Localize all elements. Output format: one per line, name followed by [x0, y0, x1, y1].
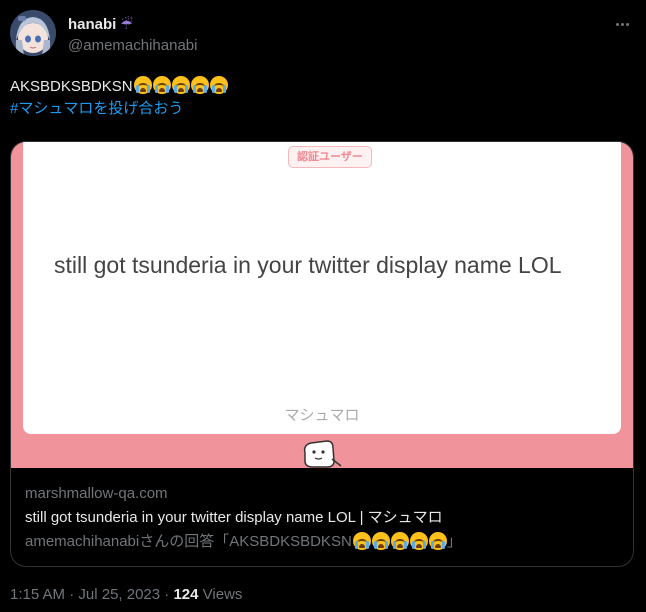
card-description: amemachihanabiさんの回答「AKSBDKSBDKSN 」 — [25, 532, 619, 552]
views-label: Views — [198, 586, 243, 603]
marshmallow-mascot-icon — [303, 440, 342, 468]
user-handle[interactable]: @amemachihanabi — [68, 37, 197, 54]
brand-label: マシュマロ — [284, 407, 360, 424]
avatar[interactable] — [10, 10, 56, 56]
crying-face-icon — [352, 532, 371, 550]
card-image[interactable]: 認証ユーザー still got tsunderia in your twitt… — [11, 142, 633, 468]
crying-face-icon — [171, 76, 190, 94]
marshmallow-message-box: 認証ユーザー still got tsunderia in your twitt… — [23, 142, 621, 434]
crying-face-icon — [409, 532, 428, 550]
hashtag-link[interactable]: #マシュマロを投げ合おう — [10, 98, 228, 120]
card-description-text: amemachihanabiさんの回答「AKSBDKSBDKSN — [25, 533, 352, 550]
link-card[interactable]: 認証ユーザー still got tsunderia in your twitt… — [10, 141, 634, 567]
tweet-meta: 1:15 AM · Jul 25, 2023 · 124 Views — [10, 586, 242, 603]
card-description-end: 」 — [446, 533, 462, 550]
tweet-body: AKSBDKSBDKSN — [10, 78, 133, 95]
verified-user-badge: 認証ユーザー — [288, 146, 372, 168]
crying-face-icon — [152, 76, 171, 94]
crying-face-icon — [428, 532, 447, 550]
card-domain: marshmallow-qa.com — [25, 485, 168, 502]
tweet-text: AKSBDKSBDKSN #マシュマロを投げ合おう — [10, 76, 228, 120]
umbrella-icon: ☔ — [120, 16, 133, 32]
display-name[interactable]: hanabi — [68, 16, 116, 33]
avatar-image — [10, 10, 56, 56]
tweet-time[interactable]: 1:15 AM — [10, 586, 65, 603]
crying-emoji-group — [352, 532, 447, 550]
tweet-date[interactable]: Jul 25, 2023 — [78, 586, 160, 603]
crying-face-icon — [209, 76, 228, 94]
display-name-row: hanabi ☔ — [68, 14, 197, 34]
more-options-icon[interactable] — [610, 14, 634, 34]
card-info[interactable]: marshmallow-qa.com still got tsunderia i… — [11, 468, 633, 552]
crying-emoji-group — [133, 76, 228, 94]
user-block: hanabi ☔ @amemachihanabi — [68, 14, 197, 55]
meta-separator: · — [160, 586, 174, 603]
crying-face-icon — [133, 76, 152, 94]
crying-face-icon — [390, 532, 409, 550]
more-dot — [615, 22, 619, 26]
crying-face-icon — [371, 532, 390, 550]
question-text: still got tsunderia in your twitter disp… — [54, 252, 562, 278]
tweet-header: hanabi ☔ @amemachihanabi — [10, 10, 636, 56]
more-dot — [625, 22, 629, 26]
card-title: still got tsunderia in your twitter disp… — [25, 509, 443, 526]
more-dot — [620, 22, 624, 26]
meta-separator: · — [65, 586, 79, 603]
views-count: 124 — [173, 586, 199, 603]
crying-face-icon — [190, 76, 209, 94]
